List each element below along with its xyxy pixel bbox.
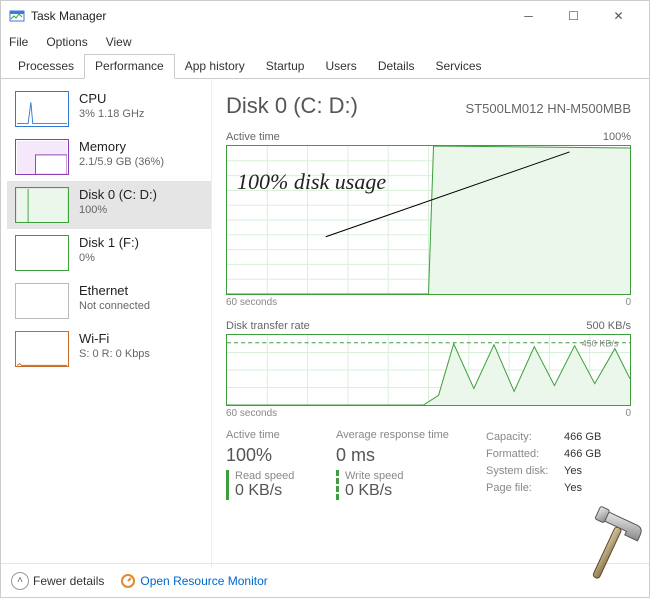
footer-bar: ˄ Fewer details Open Resource Monitor	[1, 563, 649, 597]
close-button[interactable]: ✕	[596, 2, 641, 30]
capacity-label: Capacity:	[486, 431, 556, 443]
sidebar-item-disk0[interactable]: Disk 0 (C: D:) 100%	[7, 181, 211, 229]
dashed-label: 450 KB/s	[582, 339, 619, 349]
active-time-value: 100%	[226, 445, 316, 466]
system-disk-value: Yes	[564, 465, 582, 477]
capacity-value: 466 GB	[564, 431, 601, 443]
graph1-xleft: 60 seconds	[226, 297, 277, 308]
transfer-rate-graph: 450 KB/s	[226, 334, 631, 406]
sidebar-item-cpu[interactable]: CPU 3% 1.18 GHz	[7, 85, 211, 133]
graph2-right: 500 KB/s	[586, 320, 631, 332]
graph1-label: Active time	[226, 131, 280, 143]
tab-startup[interactable]: Startup	[255, 54, 316, 79]
active-time-label: Active time	[226, 429, 316, 441]
page-file-label: Page file:	[486, 482, 556, 494]
graph2-xleft: 60 seconds	[226, 408, 277, 419]
graph2-label: Disk transfer rate	[226, 320, 310, 332]
sidebar-memory-label: Memory	[79, 139, 164, 154]
graph1-right: 100%	[603, 131, 631, 143]
fewer-details-button[interactable]: ˄ Fewer details	[11, 572, 104, 590]
sidebar-cpu-label: CPU	[79, 91, 144, 106]
sidebar-item-memory[interactable]: Memory 2.1/5.9 GB (36%)	[7, 133, 211, 181]
tab-app-history[interactable]: App history	[174, 54, 256, 79]
sidebar-disk1-sub: 0%	[79, 252, 139, 264]
detail-pane: Disk 0 (C: D:) ST500LM012 HN-M500MBB Act…	[211, 79, 649, 569]
tab-performance[interactable]: Performance	[84, 54, 175, 79]
tab-strip: Processes Performance App history Startu…	[1, 53, 649, 79]
avg-response-value: 0 ms	[336, 445, 466, 466]
page-title: Disk 0 (C: D:)	[226, 93, 358, 119]
sidebar-item-disk1[interactable]: Disk 1 (F:) 0%	[7, 229, 211, 277]
sidebar-ethernet-label: Ethernet	[79, 283, 150, 298]
system-disk-label: System disk:	[486, 465, 556, 477]
sidebar-item-wifi[interactable]: Wi-Fi S: 0 R: 0 Kbps	[7, 325, 211, 373]
memory-thumbnail-icon	[15, 139, 69, 175]
sidebar-disk1-label: Disk 1 (F:)	[79, 235, 139, 250]
tab-details[interactable]: Details	[367, 54, 426, 79]
tab-users[interactable]: Users	[314, 54, 367, 79]
sidebar-wifi-sub: S: 0 R: 0 Kbps	[79, 348, 150, 360]
read-speed-value: 0 KB/s	[235, 482, 316, 500]
resource-list: CPU 3% 1.18 GHz Memory 2.1/5.9 GB (36%)	[1, 79, 211, 569]
sidebar-cpu-sub: 3% 1.18 GHz	[79, 108, 144, 120]
sidebar-item-ethernet[interactable]: Ethernet Not connected	[7, 277, 211, 325]
sidebar-disk0-sub: 100%	[79, 204, 157, 216]
write-speed-label: Write speed	[345, 470, 466, 482]
page-file-value: Yes	[564, 482, 582, 494]
write-speed-value: 0 KB/s	[345, 482, 466, 500]
wifi-thumbnail-icon	[15, 331, 69, 367]
disk-model: ST500LM012 HN-M500MBB	[466, 101, 631, 116]
menu-view[interactable]: View	[106, 35, 132, 49]
tab-services[interactable]: Services	[425, 54, 493, 79]
active-time-graph: 100% disk usage	[226, 145, 631, 295]
disk0-thumbnail-icon	[15, 187, 69, 223]
minimize-button[interactable]: ─	[506, 2, 551, 30]
formatted-value: 466 GB	[564, 448, 601, 460]
disk1-thumbnail-icon	[15, 235, 69, 271]
sidebar-disk0-label: Disk 0 (C: D:)	[79, 187, 157, 202]
task-manager-window: Task Manager ─ ☐ ✕ File Options View Pro…	[0, 0, 650, 598]
formatted-label: Formatted:	[486, 448, 556, 460]
read-speed-label: Read speed	[235, 470, 316, 482]
maximize-button[interactable]: ☐	[551, 2, 596, 30]
taskmgr-icon	[9, 8, 25, 24]
graph2-xright: 0	[625, 408, 631, 419]
open-resource-monitor-link[interactable]: Open Resource Monitor	[120, 573, 267, 589]
sidebar-wifi-label: Wi-Fi	[79, 331, 150, 346]
window-title: Task Manager	[31, 9, 506, 23]
chevron-up-icon: ˄	[11, 572, 29, 590]
sidebar-ethernet-sub: Not connected	[79, 300, 150, 312]
title-bar: Task Manager ─ ☐ ✕	[1, 1, 649, 31]
avg-response-label: Average response time	[336, 429, 466, 441]
resmon-icon	[120, 573, 136, 589]
menu-options[interactable]: Options	[46, 35, 87, 49]
ethernet-thumbnail-icon	[15, 283, 69, 319]
cpu-thumbnail-icon	[15, 91, 69, 127]
menu-file[interactable]: File	[9, 35, 28, 49]
tab-processes[interactable]: Processes	[7, 54, 85, 79]
sidebar-memory-sub: 2.1/5.9 GB (36%)	[79, 156, 164, 168]
graph1-xright: 0	[625, 297, 631, 308]
menu-bar: File Options View	[1, 31, 649, 53]
